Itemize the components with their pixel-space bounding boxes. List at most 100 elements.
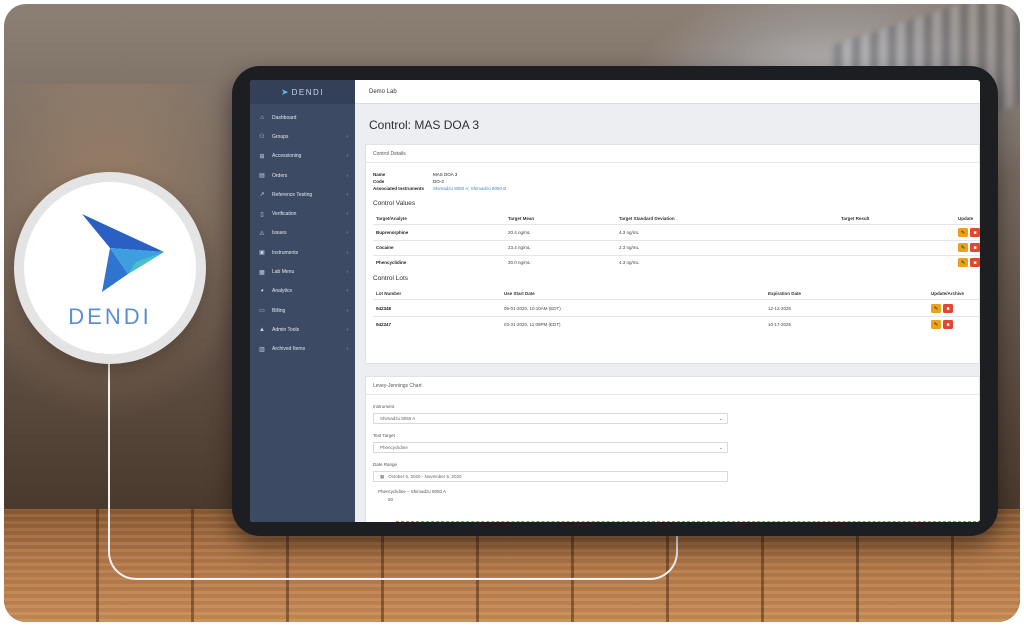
sidebar-item-groups[interactable]: ⚇ Groups ›: [250, 127, 355, 146]
instrument-select[interactable]: Shimadzu 8050 A ⌄: [373, 413, 728, 424]
delete-button[interactable]: ■: [970, 258, 980, 267]
edit-button[interactable]: ✎: [931, 320, 941, 329]
sidebar-item-accessioning[interactable]: ⊞ Accessioning ›: [250, 147, 355, 166]
chevron-down-icon: ⌄: [718, 415, 723, 422]
sidebar-item-archived-items[interactable]: ▥ Archived Items ›: [250, 340, 355, 359]
logo-badge: DENDI: [14, 172, 206, 364]
sidebar-nav: ⌂ Dashboard ⚇ Groups › ⊞ Accessioning › ▤ Orde…: [250, 104, 355, 359]
pencil-icon: ✎: [960, 244, 966, 251]
col-header-mean: Target Mean: [508, 216, 535, 221]
levey-jennings-card: Levey-Jennings Chart Instrument Shimadzu…: [365, 376, 980, 522]
delete-button[interactable]: ■: [970, 243, 980, 252]
logo-text: DENDI: [68, 304, 152, 329]
chevron-right-icon: ›: [346, 133, 348, 140]
detail-name: Name MAS DOA 3: [373, 172, 458, 177]
col-header-result: Target Result: [841, 216, 870, 221]
chart-limit-line: [396, 521, 980, 522]
groups-icon: ⚇: [259, 134, 265, 141]
trash-icon: ■: [946, 321, 950, 328]
page-title: Control: MAS DOA 3: [369, 118, 480, 132]
delete-button[interactable]: ■: [943, 304, 953, 313]
edit-button[interactable]: ✎: [931, 304, 941, 313]
analytics-icon: ◕: [260, 288, 264, 295]
dendi-arrow-icon: ➤: [281, 86, 289, 97]
edit-button[interactable]: ✎: [958, 243, 968, 252]
chevron-right-icon: ›: [346, 288, 348, 295]
chevron-right-icon: ›: [346, 230, 348, 237]
sidebar-item-reference-testing[interactable]: ↗ Reference Testing ›: [250, 185, 355, 204]
edit-button[interactable]: ✎: [958, 258, 968, 267]
warning-icon: ⚠: [259, 230, 265, 237]
chevron-down-icon: ⌄: [718, 444, 723, 451]
detail-instruments: Associated Instruments Shimadzu 8050 A, S…: [373, 186, 507, 191]
chevron-right-icon: ›: [346, 326, 348, 333]
home-icon: ⌂: [260, 114, 264, 121]
top-bar: Demo Lab: [355, 80, 980, 104]
col-header-start: Use Start Date: [504, 291, 535, 296]
col-header-update-archive: Update/Archive: [931, 291, 965, 296]
sidebar-item-dashboard[interactable]: ⌂ Dashboard: [250, 108, 355, 127]
instrument-label: Instrument: [373, 404, 395, 409]
sidebar-item-issues[interactable]: ⚠ Issues ›: [250, 224, 355, 243]
dendi-logo-icon: [82, 214, 164, 292]
table-rule: [373, 255, 980, 256]
instruments-link[interactable]: Shimadzu 8050 A, Shimadzu 8050 B: [433, 186, 506, 191]
control-details-heading: Control Details: [366, 145, 979, 163]
pencil-icon: ✎: [960, 259, 966, 266]
menu-grid-icon: ▦: [259, 269, 265, 276]
table-rule: [373, 299, 980, 300]
test-target-label: Test Target: [373, 433, 395, 438]
delete-button[interactable]: ■: [943, 320, 953, 329]
sidebar-item-lab-menu[interactable]: ▦ Lab Menu ›: [250, 262, 355, 281]
instrument-icon: ▣: [259, 250, 265, 257]
edit-button[interactable]: ✎: [958, 228, 968, 237]
app-screen: ➤ DENDI ⌂ Dashboard ⚇ Groups › ⊞ Accessionin…: [250, 80, 980, 522]
billing-icon: ▭: [259, 308, 265, 315]
pencil-icon: ✎: [960, 229, 966, 236]
detail-code: Code DO-3: [373, 179, 444, 184]
trash-icon: ■: [973, 259, 977, 266]
lab-name[interactable]: Demo Lab: [369, 89, 397, 95]
chevron-right-icon: ›: [346, 211, 348, 218]
col-header-lot: Lot Number: [376, 291, 402, 296]
control-values-title: Control Values: [373, 200, 416, 207]
chevron-right-icon: ›: [346, 269, 348, 276]
date-range-label: Date Range: [373, 462, 398, 467]
sidebar-item-billing[interactable]: ▭ Billing ›: [250, 301, 355, 320]
trash-icon: ■: [973, 229, 977, 236]
chevron-right-icon: ›: [346, 307, 348, 314]
table-rule: [373, 224, 980, 225]
sidebar-item-orders[interactable]: ▤ Orders ›: [250, 166, 355, 185]
chevron-right-icon: ›: [346, 249, 348, 256]
chevron-right-icon: ›: [346, 153, 348, 160]
calendar-icon: ▦: [380, 473, 385, 479]
sidebar-item-analytics[interactable]: ◕ Analytics ›: [250, 282, 355, 301]
lj-chart-heading: Levey-Jennings Chart: [366, 377, 979, 395]
pencil-icon: ✎: [933, 321, 939, 328]
trash-icon: ■: [946, 305, 950, 312]
sidebar-item-admin-tools[interactable]: ▲ Admin Tools ›: [250, 320, 355, 339]
col-header-expiration: Expiration Date: [768, 291, 802, 296]
table-rule: [373, 316, 980, 317]
control-details-card: Control Details Name MAS DOA 3 Code DO-3 A…: [365, 144, 980, 364]
accessioning-icon: ⊞: [259, 153, 265, 160]
sidebar-brand[interactable]: ➤ DENDI: [250, 80, 355, 104]
delete-button[interactable]: ■: [970, 228, 980, 237]
logo-circle: DENDI: [24, 182, 196, 354]
test-target-select[interactable]: Phencyclidine ⌄: [373, 442, 728, 453]
brand-name: DENDI: [291, 87, 324, 97]
sidebar: ➤ DENDI ⌂ Dashboard ⚇ Groups › ⊞ Accessionin…: [250, 80, 355, 522]
col-header-analyte: Target/Analyte: [376, 216, 407, 221]
sidebar-item-instruments[interactable]: ▣ Instruments ›: [250, 243, 355, 262]
main-content: Control: MAS DOA 3 Control Details Name M…: [355, 104, 980, 522]
tablet-device: ➤ DENDI ⌂ Dashboard ⚇ Groups › ⊞ Accessionin…: [232, 66, 998, 536]
chevron-right-icon: ›: [346, 172, 348, 179]
col-header-sd: Target Standard Deviation: [619, 216, 675, 221]
external-link-icon: ↗: [259, 192, 265, 199]
date-range-input[interactable]: ▦ October 5, 2020 - November 5, 2020: [373, 471, 728, 482]
table-rule: [373, 240, 980, 241]
sidebar-item-verification[interactable]: ▯ Verification ›: [250, 204, 355, 223]
pencil-icon: ✎: [933, 305, 939, 312]
control-lots-title: Control Lots: [373, 275, 409, 282]
col-header-update: Update: [958, 216, 974, 221]
